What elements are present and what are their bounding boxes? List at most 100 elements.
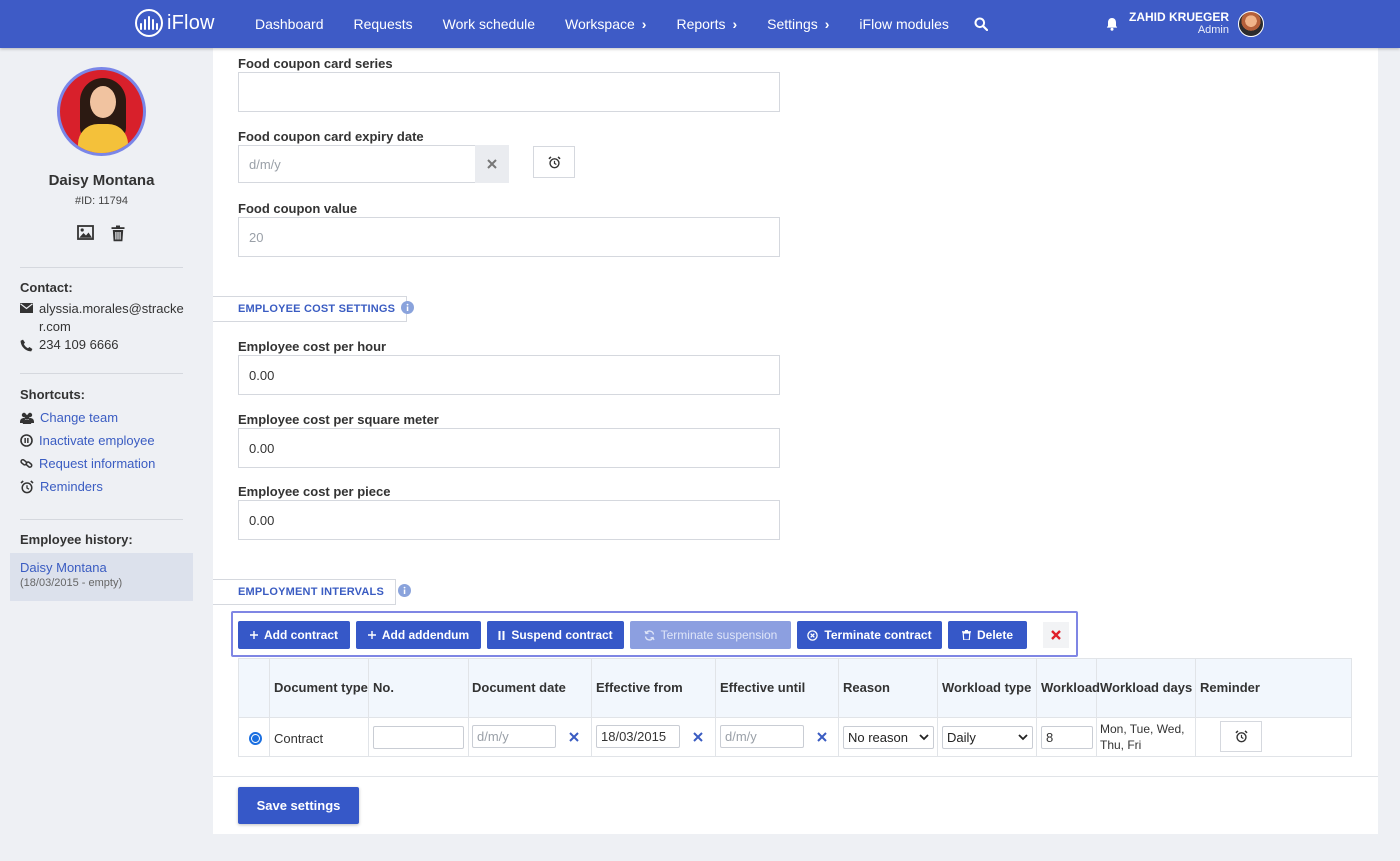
- suspend-contract-button[interactable]: Suspend contract: [487, 621, 624, 649]
- reason-select[interactable]: No reason: [843, 726, 934, 749]
- column-header-number[interactable]: No.: [373, 680, 394, 695]
- iflow-logo[interactable]: iFlow: [135, 9, 215, 37]
- close-icon: [693, 732, 703, 742]
- food-coupon-series-input[interactable]: [238, 72, 780, 112]
- workload-input[interactable]: 8: [1041, 726, 1093, 749]
- save-settings-button[interactable]: Save settings: [238, 787, 359, 824]
- info-icon[interactable]: [401, 301, 414, 317]
- column-header-workload-days[interactable]: Workload days: [1100, 680, 1192, 695]
- effective-until-input[interactable]: d/m/y: [720, 725, 804, 748]
- clear-document-date-button[interactable]: [562, 725, 586, 749]
- column-header-reminder[interactable]: Reminder: [1200, 680, 1260, 695]
- number-input[interactable]: [373, 726, 464, 749]
- close-circle-icon: [807, 629, 819, 641]
- contract-toolbar: Add contract Add addendum Suspend contra…: [231, 611, 1078, 657]
- info-icon[interactable]: [398, 584, 411, 600]
- column-header-workload-type[interactable]: Workload type: [942, 680, 1031, 695]
- column-header-document-date[interactable]: Document date: [472, 680, 566, 695]
- top-navbar: iFlow Dashboard Requests Work schedule W…: [0, 0, 1400, 48]
- column-header-document-type[interactable]: Document type: [274, 680, 368, 695]
- close-icon: [817, 732, 827, 742]
- nav-work-schedule-label: Work schedule: [442, 16, 535, 32]
- iflow-logo-icon: [135, 9, 163, 37]
- email-text: alyssia.morales@stracker.com: [39, 301, 184, 334]
- history-item[interactable]: Daisy Montana (18/03/2015 - empty): [10, 553, 193, 601]
- chevron-right-icon: ›: [824, 16, 830, 32]
- clear-effective-until-button[interactable]: [810, 725, 834, 749]
- nav-workspace[interactable]: Workspace ›: [550, 16, 661, 32]
- add-addendum-button[interactable]: Add addendum: [356, 621, 481, 649]
- terminate-suspension-button[interactable]: Terminate suspension: [630, 621, 791, 649]
- shortcut-inactivate-employee[interactable]: Inactivate employee: [20, 433, 155, 448]
- nav-iflow-modules[interactable]: iFlow modules: [844, 16, 963, 32]
- effective-from-input[interactable]: 18/03/2015: [596, 725, 680, 748]
- document-date-input[interactable]: d/m/y: [472, 725, 556, 748]
- shortcut-label: Reminders: [40, 479, 103, 494]
- user-avatar[interactable]: [1238, 11, 1264, 37]
- logo-text: iFlow: [167, 11, 215, 34]
- alarm-clock-icon: [1234, 730, 1248, 743]
- bell-icon[interactable]: [1106, 17, 1118, 31]
- add-contract-button[interactable]: Add contract: [238, 621, 350, 649]
- phone-icon: [20, 339, 33, 352]
- user-menu[interactable]: ZAHID KRUEGER Admin: [1106, 0, 1264, 48]
- image-icon[interactable]: [77, 225, 94, 245]
- workload-type-select[interactable]: Daily: [942, 726, 1033, 749]
- cost-per-sqm-input[interactable]: 0.00: [238, 428, 780, 468]
- row-select-radio[interactable]: [249, 732, 262, 745]
- reminder-button[interactable]: [533, 146, 575, 178]
- cost-per-hour-input[interactable]: 0.00: [238, 355, 780, 395]
- phone-text: 234 109 6666: [39, 337, 119, 352]
- employment-intervals-table: Document type No. Document date Effectiv…: [238, 658, 1352, 757]
- history-employee-name: Daisy Montana: [20, 560, 107, 575]
- nav-dashboard-label: Dashboard: [255, 16, 324, 32]
- column-header-effective-until[interactable]: Effective until: [720, 680, 805, 695]
- column-header-reason[interactable]: Reason: [843, 680, 890, 695]
- terminate-contract-button[interactable]: Terminate contract: [797, 621, 942, 649]
- nav-dashboard[interactable]: Dashboard: [240, 16, 339, 32]
- clear-effective-from-button[interactable]: [686, 725, 710, 749]
- column-header-workload[interactable]: Workload: [1041, 680, 1100, 695]
- plus-icon: [249, 631, 258, 639]
- nav-requests-label: Requests: [353, 16, 413, 32]
- nav-work-schedule[interactable]: Work schedule: [428, 16, 550, 32]
- shortcut-change-team[interactable]: Change team: [20, 410, 118, 425]
- nav-requests[interactable]: Requests: [339, 16, 428, 32]
- shortcuts-heading: Shortcuts:: [20, 387, 85, 402]
- clear-date-button[interactable]: [475, 145, 509, 183]
- history-heading: Employee history:: [20, 532, 133, 547]
- chevron-down-icon: [919, 734, 929, 741]
- workload-type-value: Daily: [947, 730, 976, 745]
- divider: [20, 373, 183, 374]
- refresh-icon: [644, 629, 655, 641]
- users-icon: [20, 412, 34, 424]
- search-icon[interactable]: [974, 17, 988, 31]
- close-icon: [569, 732, 579, 742]
- close-toolbar-button[interactable]: [1043, 622, 1069, 648]
- column-header-effective-from[interactable]: Effective from: [596, 680, 683, 695]
- user-name: ZAHID KRUEGER: [1128, 10, 1229, 24]
- close-icon: [487, 159, 497, 169]
- history-dates: (18/03/2015 - empty): [20, 577, 123, 589]
- shortcut-reminders[interactable]: Reminders: [20, 479, 103, 494]
- food-coupon-series-label: Food coupon card series: [238, 56, 393, 71]
- employment-intervals-section: EMPLOYMENT INTERVALS: [213, 579, 396, 605]
- chevron-down-icon: [1018, 734, 1028, 741]
- cost-per-piece-input[interactable]: 0.00: [238, 500, 780, 540]
- reason-value: No reason: [848, 730, 908, 745]
- divider: [20, 519, 183, 520]
- trash-icon[interactable]: [111, 225, 125, 245]
- plus-icon: [367, 631, 376, 639]
- nav-reports[interactable]: Reports ›: [661, 16, 752, 32]
- add-contract-label: Add contract: [263, 628, 338, 642]
- chevron-right-icon: ›: [641, 16, 647, 32]
- shortcut-request-information[interactable]: Request information: [20, 456, 155, 471]
- food-coupon-expiry-input[interactable]: d/m/y: [238, 145, 476, 183]
- pause-circle-icon: [20, 434, 33, 447]
- nav-settings[interactable]: Settings ›: [752, 16, 844, 32]
- row-reminder-button[interactable]: [1220, 721, 1262, 752]
- trash-icon: [961, 630, 971, 640]
- delete-button[interactable]: Delete: [948, 621, 1027, 649]
- food-coupon-value-input[interactable]: 20: [238, 217, 780, 257]
- user-role: Admin: [1197, 24, 1229, 36]
